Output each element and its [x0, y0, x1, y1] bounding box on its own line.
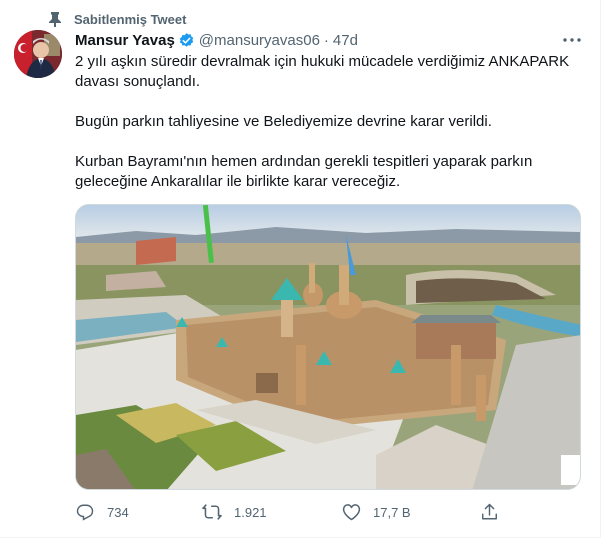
pinned-label: Sabitlenmiş Tweet — [74, 11, 187, 27]
share-button[interactable] — [479, 500, 511, 524]
tweet-actions: 734 1.921 17,7 B — [75, 500, 505, 524]
share-icon — [479, 502, 499, 522]
retweet-button[interactable]: 1.921 — [202, 500, 267, 524]
avatar[interactable] — [14, 30, 62, 78]
verified-badge-icon — [178, 32, 195, 49]
tweet-paragraph: Bugün parkın tahliyesine ve Belediyemize… — [75, 113, 492, 130]
tweet-timestamp[interactable]: 47d — [333, 32, 358, 49]
like-count: 17,7 B — [373, 504, 411, 520]
more-options-icon[interactable] — [562, 30, 582, 50]
tweet-header: Mansur Yavaş @mansuryavas06 · 47d — [75, 30, 582, 50]
tweet-paragraph: Kurban Bayramı'nın hemen ardından gerekl… — [75, 153, 533, 190]
reply-button[interactable]: 734 — [75, 500, 129, 524]
author-name[interactable]: Mansur Yavaş — [75, 32, 175, 49]
reply-count: 734 — [107, 504, 129, 520]
tweet-text: 2 yılı aşkın süredir devralmak için huku… — [75, 52, 575, 212]
reply-icon — [75, 502, 95, 522]
pin-icon — [46, 10, 64, 28]
author-handle[interactable]: @mansuryavas06 — [199, 32, 320, 49]
retweet-count: 1.921 — [234, 504, 267, 520]
like-button[interactable]: 17,7 B — [341, 500, 411, 524]
tweet-photo[interactable] — [75, 204, 581, 490]
tweet-paragraph: 2 yılı aşkın süredir devralmak için huku… — [75, 53, 570, 90]
tweet-card[interactable]: Sabitlenmiş Tweet Mansur Yavaş @mansurya… — [0, 0, 601, 538]
retweet-icon — [202, 502, 222, 522]
header-separator: · — [323, 31, 329, 49]
like-icon — [341, 502, 361, 522]
pinned-tweet-indicator: Sabitlenmiş Tweet — [46, 9, 186, 29]
